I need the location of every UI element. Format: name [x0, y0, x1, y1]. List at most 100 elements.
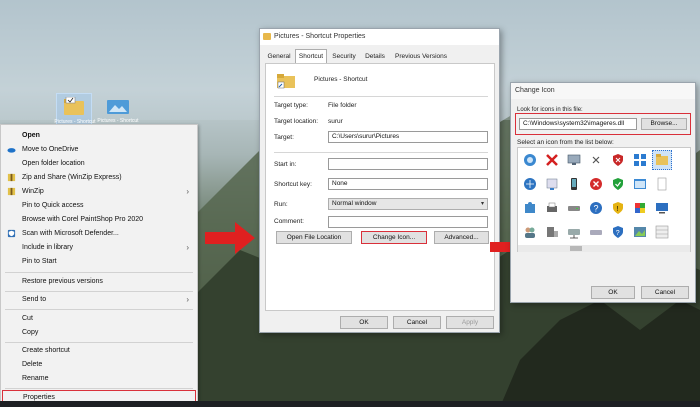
folder-shortcut-icon: [277, 74, 295, 89]
desktop-icon-pictures-shortcut-selected[interactable]: Pictures - Shortcut: [54, 93, 96, 127]
target-type-value: File folder: [328, 102, 357, 109]
window-icon: [634, 179, 646, 189]
menu-item-winzip[interactable]: WinZip ›: [1, 185, 197, 198]
icon-list[interactable]: ? ! ?: [517, 147, 691, 252]
small-x-icon: [592, 156, 600, 164]
tower-computer-icon: [547, 227, 558, 237]
menu-item-pin-to-start[interactable]: Pin to Start: [1, 255, 197, 268]
folder-icon: [656, 154, 668, 165]
monitor-icon: [567, 154, 581, 165]
ok-button[interactable]: OK: [340, 316, 388, 329]
icon-option[interactable]: [542, 174, 562, 194]
browse-button[interactable]: Browse...: [641, 118, 687, 130]
error-icon: [590, 178, 602, 190]
icon-option[interactable]: [608, 150, 628, 170]
menu-item-open[interactable]: Open: [1, 129, 197, 142]
icon-file-input[interactable]: C:\Windows\system32\imageres.dll: [519, 118, 637, 130]
icon-option[interactable]: [630, 150, 650, 170]
green-check-shield-icon: [613, 178, 623, 190]
icon-option[interactable]: [652, 222, 672, 242]
target-input[interactable]: C:\Users\surur\Pictures: [328, 131, 488, 143]
tab-general[interactable]: General: [264, 50, 294, 63]
icon-option[interactable]: [564, 174, 584, 194]
hard-drive-icon: [590, 230, 602, 235]
menu-item-scan-with-defender[interactable]: Scan with Microsoft Defender...: [1, 227, 197, 240]
icon-option[interactable]: [630, 174, 650, 194]
icon-option-selected[interactable]: [652, 150, 672, 170]
icon-option[interactable]: [608, 174, 628, 194]
icon-option[interactable]: [564, 198, 584, 218]
pictures-folder-icon: [107, 100, 129, 114]
open-file-location-button[interactable]: Open File Location: [276, 231, 352, 244]
advanced-button[interactable]: Advanced...: [434, 231, 489, 244]
icon-option[interactable]: [586, 174, 606, 194]
menu-item-create-shortcut[interactable]: Create shortcut: [1, 344, 197, 357]
icon-option[interactable]: [520, 222, 540, 242]
svg-text:!: !: [617, 206, 619, 213]
icon-option[interactable]: [542, 222, 562, 242]
red-x-icon: [546, 154, 558, 166]
menu-item-send-to[interactable]: Send to ›: [1, 293, 197, 306]
tab-shortcut[interactable]: Shortcut: [295, 49, 327, 63]
menu-item-restore-previous-versions[interactable]: Restore previous versions: [1, 275, 197, 288]
menu-item-include-in-library[interactable]: Include in library ›: [1, 241, 197, 254]
divider: [274, 96, 488, 97]
apply-button[interactable]: Apply: [446, 316, 494, 329]
icon-option[interactable]: [564, 222, 584, 242]
cancel-button[interactable]: Cancel: [641, 286, 689, 299]
menu-item-cut[interactable]: Cut: [1, 312, 197, 325]
icon-option[interactable]: !: [608, 198, 628, 218]
menu-item-open-folder-location[interactable]: Open folder location: [1, 157, 197, 170]
icon-option[interactable]: [630, 198, 650, 218]
icon-option[interactable]: [652, 174, 672, 194]
comment-input[interactable]: [328, 216, 488, 228]
icon-option[interactable]: ?: [586, 198, 606, 218]
icon-option[interactable]: [630, 222, 650, 242]
menu-item-zip-and-share[interactable]: Zip and Share (WinZip Express): [1, 171, 197, 184]
ok-button[interactable]: OK: [591, 286, 635, 299]
red-arrow-icon: [205, 222, 255, 254]
menu-separator: [5, 291, 193, 292]
run-select[interactable]: Normal window ▾: [328, 198, 488, 210]
menu-item-rename[interactable]: Rename: [1, 372, 197, 385]
menu-item-copy[interactable]: Copy: [1, 326, 197, 339]
red-shield-icon: [613, 154, 623, 166]
icon-option[interactable]: [520, 198, 540, 218]
shortcut-properties-dialog: Pictures - Shortcut Properties General S…: [259, 28, 500, 333]
tab-security[interactable]: Security: [328, 50, 360, 63]
icon-option[interactable]: [520, 150, 540, 170]
icon-option[interactable]: [586, 222, 606, 242]
menu-item-pin-to-quick-access[interactable]: Pin to Quick access: [1, 199, 197, 212]
drive-icon: [568, 206, 580, 211]
shortcut-key-input[interactable]: None: [328, 178, 488, 190]
desktop-icon-pictures-shortcut[interactable]: Pictures - Shortcut: [97, 93, 139, 127]
icon-option[interactable]: [542, 198, 562, 218]
icon-option[interactable]: [520, 174, 540, 194]
cancel-button[interactable]: Cancel: [393, 316, 441, 329]
menu-item-move-to-onedrive[interactable]: Move to OneDrive: [1, 143, 197, 156]
printer-icon: [547, 202, 557, 212]
wifi-globe-icon: [524, 154, 536, 166]
icon-option[interactable]: [542, 150, 562, 170]
start-in-input[interactable]: [328, 158, 488, 170]
scrollbar-thumb[interactable]: [570, 246, 582, 251]
help-icon: ?: [590, 202, 602, 214]
icon-option[interactable]: [564, 150, 584, 170]
horizontal-scrollbar[interactable]: [518, 245, 690, 252]
defender-icon: [7, 229, 16, 238]
tab-previous-versions[interactable]: Previous Versions: [390, 50, 452, 63]
target-location-label: Target location:: [274, 118, 319, 125]
icon-option[interactable]: [586, 150, 606, 170]
menu-item-browse-with-corel[interactable]: Browse with Corel PaintShop Pro 2020: [1, 213, 197, 226]
menu-item-delete[interactable]: Delete: [1, 358, 197, 371]
target-label: Target:: [274, 134, 294, 141]
dialog-title: Pictures - Shortcut Properties: [274, 33, 366, 40]
run-select-value: Normal window: [332, 200, 377, 207]
icon-option[interactable]: [652, 198, 672, 218]
tab-details[interactable]: Details: [361, 50, 389, 63]
change-icon-button[interactable]: Change Icon...: [361, 231, 427, 244]
users-icon: [525, 227, 535, 238]
icon-option[interactable]: ?: [608, 222, 628, 242]
shortcut-name: Pictures - Shortcut: [314, 76, 368, 83]
network-globe-icon: [524, 178, 536, 190]
